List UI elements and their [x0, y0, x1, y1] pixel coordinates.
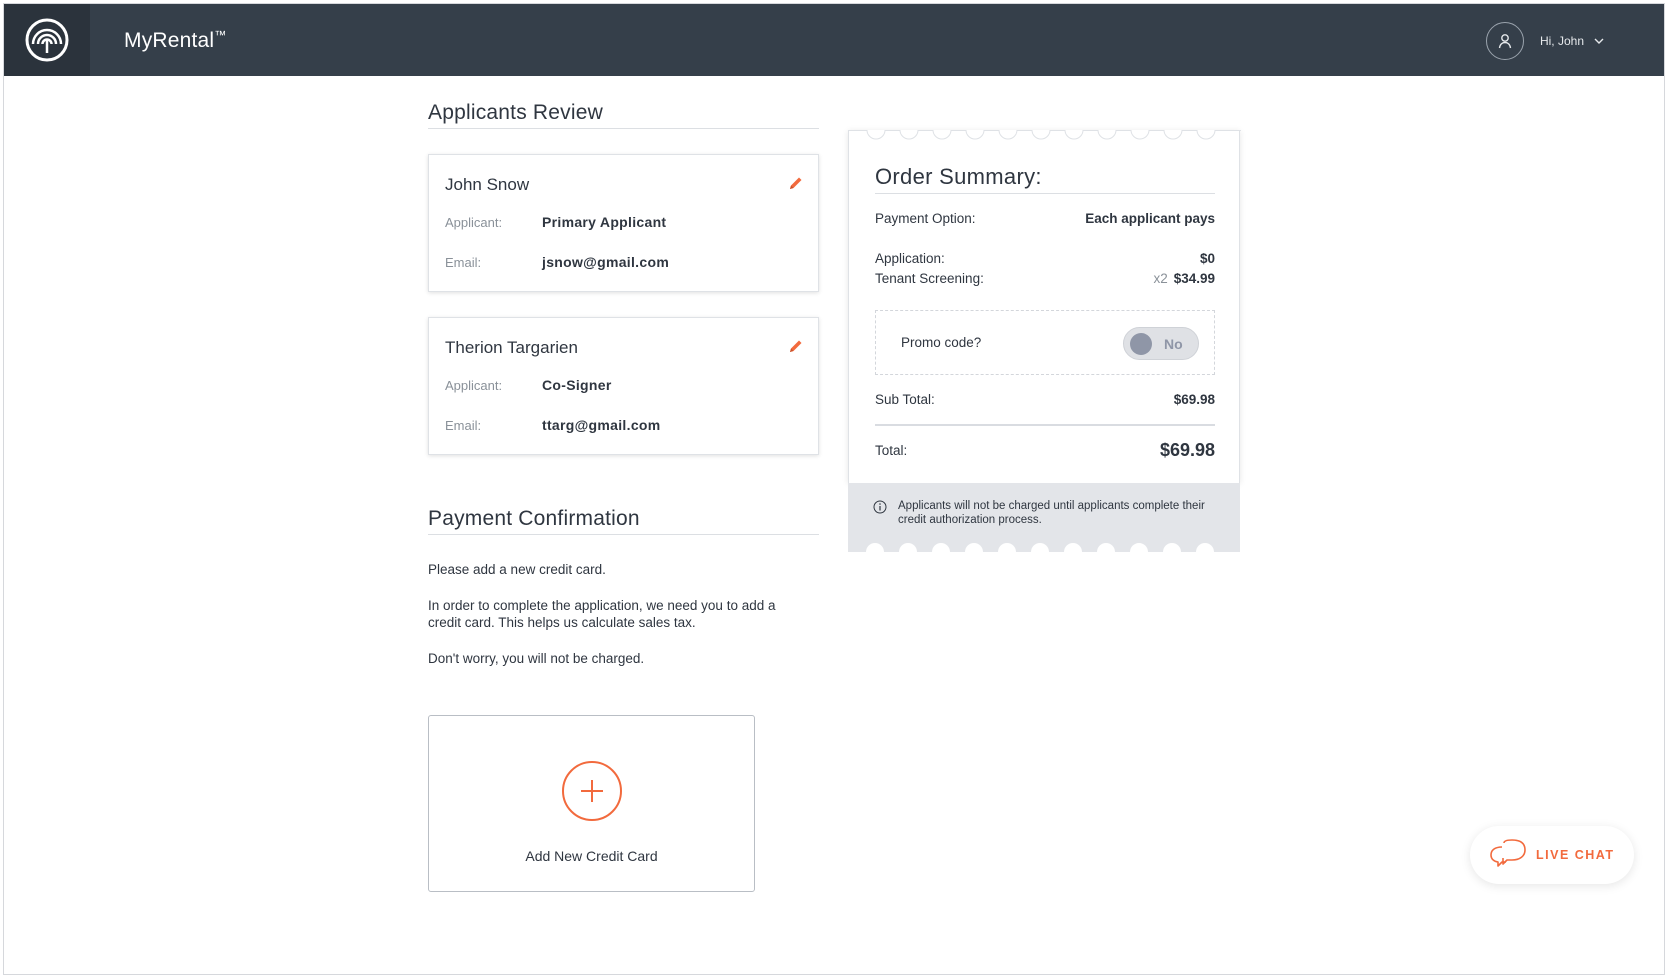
edit-icon[interactable] [788, 175, 804, 196]
chat-bubbles-icon [1490, 838, 1526, 872]
subtotal-label: Sub Total: [875, 392, 935, 407]
total-value: $69.98 [1159, 440, 1215, 460]
applicant-card: Therion Targarien Applicant: Co-Signer E… [428, 317, 819, 455]
charge-note: Applicants will not be charged until app… [873, 499, 1213, 527]
payment-option-label: Payment Option: [875, 211, 976, 226]
applicant-card: John Snow Applicant: Primary Applicant E… [428, 154, 819, 292]
payment-instruction: Please add a new credit card. [428, 562, 606, 577]
applicant-name: Therion Targarien [445, 338, 578, 357]
app-name-text: MyRental [124, 29, 215, 52]
applicant-type-label: Applicant: [445, 378, 503, 393]
user-menu[interactable]: Hi, John [1485, 22, 1604, 60]
info-icon [873, 500, 887, 518]
receipt-bottom-edge [866, 543, 1214, 552]
application-fee-value: $0 [1199, 251, 1215, 266]
total-row: Total: $69.98 [875, 440, 1215, 460]
order-summary-panel: Order Summary: Payment Option: Each appl… [848, 130, 1241, 552]
charge-note-text: Applicants will not be charged until app… [898, 500, 1205, 526]
order-summary-note: Applicants will not be charged until app… [848, 483, 1240, 552]
live-chat-label: LIVE CHAT [1536, 848, 1615, 862]
avatar[interactable] [1485, 22, 1524, 60]
payment-confirmation-title: Payment Confirmation [428, 507, 640, 530]
tenant-screening-price: x2 $34.99 [1153, 271, 1215, 286]
applicant-type-label: Applicant: [445, 215, 503, 230]
section-divider [428, 534, 819, 535]
applicant-type-value: Primary Applicant [542, 214, 667, 230]
promo-code-box: Promo code? No [875, 310, 1215, 375]
logo-icon [25, 18, 69, 62]
applicant-type-value: Co-Signer [542, 377, 612, 393]
add-credit-card-label: Add New Credit Card [525, 848, 658, 864]
user-icon [1498, 34, 1512, 49]
app-name: MyRental™ [124, 28, 227, 53]
toggle-label: No [1164, 336, 1183, 352]
add-credit-card-button[interactable]: Add New Credit Card [428, 715, 755, 892]
email-label: Email: [445, 418, 482, 433]
applicant-name: John Snow [445, 175, 530, 194]
payment-reassurance: Don't worry, you will not be charged. [428, 651, 645, 666]
user-greeting[interactable]: Hi, John [1540, 34, 1584, 48]
application-fee-label: Application: [875, 251, 945, 266]
tenant-screening-row: Tenant Screening: x2 $34.99 [875, 271, 1215, 286]
payment-explanation: In order to complete the application, we… [428, 598, 776, 630]
logo[interactable] [4, 4, 90, 76]
email-value: jsnow@gmail.com [542, 254, 670, 270]
total-divider [875, 424, 1215, 426]
promo-code-label: Promo code? [901, 335, 982, 350]
total-label: Total: [875, 443, 908, 458]
application-fee-row: Application: $0 [875, 251, 1215, 266]
chevron-down-icon[interactable] [1594, 38, 1604, 44]
receipt-top-edge [849, 130, 1241, 140]
order-summary-divider [875, 193, 1215, 194]
subtotal-row: Sub Total: $69.98 [875, 392, 1215, 407]
section-divider [428, 128, 819, 129]
subtotal-value: $69.98 [1173, 392, 1215, 407]
tenant-screening-label: Tenant Screening: [875, 271, 984, 286]
payment-option-value: Each applicant pays [1085, 211, 1215, 226]
tenant-screening-value: $34.99 [1173, 271, 1215, 286]
edit-icon[interactable] [788, 338, 804, 359]
order-summary-title: Order Summary: [875, 164, 1042, 189]
email-label: Email: [445, 255, 482, 270]
email-value: ttarg@gmail.com [542, 417, 661, 433]
top-bar: MyRental™ Hi, John [4, 4, 1664, 76]
promo-code-toggle[interactable]: No [1123, 327, 1199, 360]
toggle-knob [1130, 333, 1152, 355]
plus-icon[interactable] [562, 761, 622, 821]
trademark-mark: ™ [214, 28, 227, 42]
app-frame [3, 3, 1665, 975]
applicants-review-title: Applicants Review [428, 101, 603, 124]
payment-option-row: Payment Option: Each applicant pays [875, 211, 1215, 226]
order-summary-body: Order Summary: Payment Option: Each appl… [848, 130, 1241, 483]
live-chat-button[interactable]: LIVE CHAT [1470, 826, 1634, 884]
tenant-screening-multiplier: x2 [1153, 271, 1168, 286]
